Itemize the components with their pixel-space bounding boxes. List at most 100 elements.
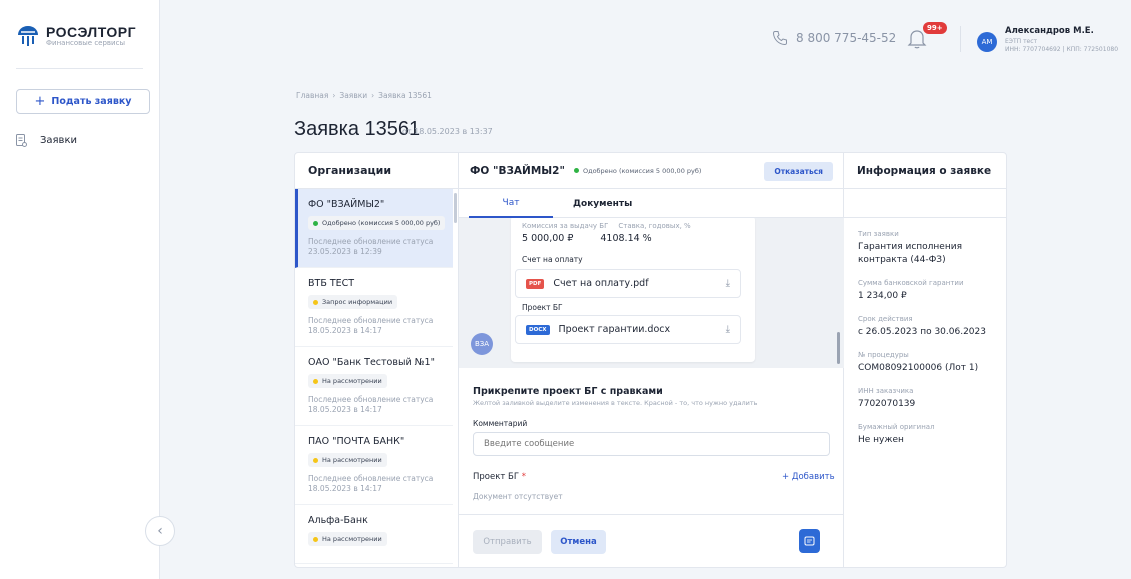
status-dot xyxy=(313,536,318,542)
form-hint: Желтой заливкой выделите изменения в тек… xyxy=(473,399,758,407)
organizations-scrollbar[interactable] xyxy=(454,193,457,223)
info-value: с 26.05.2023 по 30.06.2023 xyxy=(858,327,986,337)
new-request-button[interactable]: + Подать заявку xyxy=(16,89,150,114)
org-name: ВТБ ТЕСТ xyxy=(308,278,355,289)
pdf-icon: PDF xyxy=(526,278,545,289)
user-org: ЕЭТП тест xyxy=(1005,38,1038,45)
sidebar-divider xyxy=(16,68,143,69)
notifications-badge: 99+ xyxy=(923,22,947,34)
organizations-heading: Организации xyxy=(295,153,458,189)
org-updated-label: Последнее обновление статуса xyxy=(308,316,434,325)
docx-icon: DOCX xyxy=(526,324,550,335)
org-updated-date: 18.05.2023 в 14:17 xyxy=(308,405,382,414)
invoice-file[interactable]: PDF Счет на оплату.pdf ⤓ xyxy=(515,269,741,298)
message-field-values: 5 000,00 ₽ 4108.14 % xyxy=(522,233,652,244)
breadcrumb-home[interactable]: Главная xyxy=(296,91,328,100)
sender-avatar: ВЗА xyxy=(471,333,493,355)
tab-documents[interactable]: Документы xyxy=(573,189,632,218)
breadcrumb-separator: › xyxy=(371,91,375,100)
rate-value: 4108.14 % xyxy=(600,233,652,244)
fee-label: Комиссия за выдачу БГ xyxy=(522,222,609,230)
required-mark: * xyxy=(521,472,526,482)
status-badge: На рассмотрении xyxy=(308,532,387,546)
org-item[interactable]: Альфа-Банк На рассмотрении xyxy=(295,505,453,564)
document-icon xyxy=(16,134,27,147)
org-updated-date: 18.05.2023 в 14:17 xyxy=(308,484,382,493)
info-label: Бумажный оригинал xyxy=(858,423,935,431)
org-updated-date: 18.05.2023 в 14:17 xyxy=(308,326,382,335)
no-document-text: Документ отсутствует xyxy=(473,492,563,501)
status-dot xyxy=(313,378,318,384)
logo-icon xyxy=(18,26,38,46)
org-name: ФО "ВЗАЙМЫ2" xyxy=(308,199,385,210)
status-badge: Одобрено (комиссия 5 000,00 руб) xyxy=(573,167,701,175)
org-item[interactable]: ВТБ ТЕСТ Запрос информации Последнее обн… xyxy=(295,268,453,347)
brand-name: РОСЭЛТОРГ xyxy=(46,23,137,40)
status-badge: На рассмотрении xyxy=(308,453,387,467)
breadcrumb: Главная › Заявки › Заявка 13561 xyxy=(296,91,432,100)
chat-header: ФО "ВЗАЙМЫ2" Одобрено (комиссия 5 000,00… xyxy=(459,153,843,189)
request-info-heading: Информация о заявке xyxy=(844,153,1006,189)
chat-tabs: Чат Документы xyxy=(459,189,844,218)
fee-value: 5 000,00 ₽ xyxy=(522,233,574,244)
project-file[interactable]: DOCX Проект гарантии.docx ⤓ xyxy=(515,315,741,344)
breadcrumb-requests[interactable]: Заявки xyxy=(339,91,367,100)
collapse-sidebar-button[interactable]: ‹ xyxy=(145,516,175,546)
support-phone[interactable]: 8 800 775-45-52 xyxy=(772,30,896,46)
send-button[interactable]: Отправить xyxy=(473,530,542,554)
sidebar-item-requests[interactable]: Заявки xyxy=(16,134,77,147)
org-updated-label: Последнее обновление статуса xyxy=(308,474,434,483)
tab-chat[interactable]: Чат xyxy=(469,189,553,218)
form-footer: Отправить Отмена xyxy=(459,514,844,567)
open-chat-button[interactable] xyxy=(799,529,820,553)
chat-icon xyxy=(804,536,815,545)
plus-icon: + xyxy=(34,94,46,109)
org-name: Альфа-Банк xyxy=(308,515,368,526)
org-name: ОАО "Банк Тестовый №1" xyxy=(308,357,435,368)
brand-logo[interactable]: РОСЭЛТОРГ Финансовые сервисы xyxy=(16,24,136,48)
download-icon[interactable]: ⤓ xyxy=(726,278,730,289)
info-field: Срок действия с 26.05.2023 по 30.06.2023 xyxy=(858,315,1003,339)
org-item[interactable]: ПАО "ПОЧТА БАНК" На рассмотрении Последн… xyxy=(295,426,453,505)
org-updated-label: Последнее обновление статуса xyxy=(308,395,434,404)
chat-messages: Комиссия за выдачу БГ Ставка, годовых, %… xyxy=(459,218,844,368)
breadcrumb-current: Заявка 13561 xyxy=(378,91,432,100)
chevron-left-icon: ‹ xyxy=(157,523,163,539)
chat-message: Комиссия за выдачу БГ Ставка, годовых, %… xyxy=(511,218,755,362)
status-text: Одобрено (комиссия 5 000,00 руб) xyxy=(322,219,441,227)
comment-label: Комментарий xyxy=(473,419,528,428)
organizations-panel: Организации ФО "ВЗАЙМЫ2" Одобрено (комис… xyxy=(295,153,459,567)
message-field-labels: Комиссия за выдачу БГ Ставка, годовых, % xyxy=(522,222,691,230)
cancel-button[interactable]: Отмена xyxy=(551,530,606,554)
comment-input[interactable] xyxy=(473,432,830,456)
org-item[interactable]: ОАО "Банк Тестовый №1" На рассмотрении П… xyxy=(295,347,453,426)
new-request-label: Подать заявку xyxy=(51,96,132,107)
info-field: ИНН заказчика 7702070139 xyxy=(858,387,1003,411)
info-value: COM08092100006 (Лот 1) xyxy=(858,363,979,373)
add-document-link[interactable]: + Добавить xyxy=(782,472,835,482)
info-label: ИНН заказчика xyxy=(858,387,914,395)
user-info[interactable]: Александров М.Е. ЕЭТП тест ИНН: 77077046… xyxy=(1005,26,1118,53)
status-badge: Запрос информации xyxy=(308,295,398,309)
chat-scrollbar[interactable] xyxy=(837,332,840,364)
project-field-label: Проект БГ * xyxy=(473,472,526,482)
status-dot xyxy=(573,168,579,173)
status-dot xyxy=(313,299,318,305)
info-label: Сумма банковской гарантии xyxy=(858,279,964,287)
request-info-panel: Информация о заявке Тип заявки Гарантия … xyxy=(844,153,1006,567)
user-name: Александров М.Е. xyxy=(1005,26,1094,36)
info-value: Гарантия исполнения контракта (44-ФЗ) xyxy=(858,242,962,265)
org-item[interactable]: ФО "ВЗАЙМЫ2" Одобрено (комиссия 5 000,00… xyxy=(295,189,453,268)
avatar[interactable]: АМ xyxy=(977,32,997,52)
org-updated-date: 23.05.2023 в 12:39 xyxy=(308,247,382,256)
status-text: На рассмотрении xyxy=(322,456,382,464)
request-info-fields: Тип заявки Гарантия исполнения контракта… xyxy=(858,230,1003,459)
project-field-text: Проект БГ xyxy=(473,472,520,482)
info-field: Сумма банковской гарантии 1 234,00 ₽ xyxy=(858,279,1003,303)
refuse-button[interactable]: Отказаться xyxy=(764,162,833,181)
request-card: Организации ФО "ВЗАЙМЫ2" Одобрено (комис… xyxy=(294,152,1007,568)
status-dot xyxy=(313,457,318,463)
info-label: Срок действия xyxy=(858,315,913,323)
phone-icon xyxy=(772,31,787,46)
download-icon[interactable]: ⤓ xyxy=(726,324,730,335)
